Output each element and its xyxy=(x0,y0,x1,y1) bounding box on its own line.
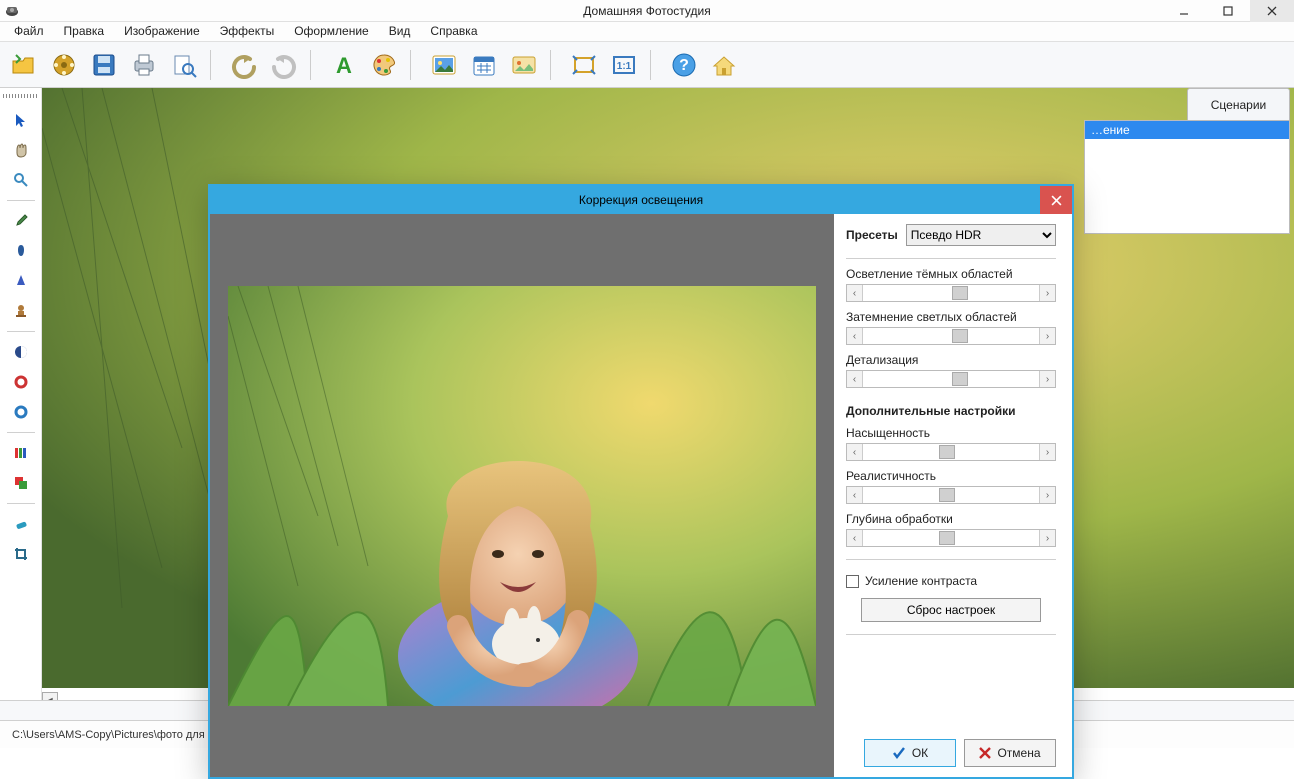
app-title: Домашняя Фотостудия xyxy=(583,4,710,18)
main-slider-1-inc[interactable]: › xyxy=(1039,328,1055,344)
fit-button[interactable] xyxy=(564,46,604,84)
redo-button[interactable] xyxy=(264,46,304,84)
svg-text:A: A xyxy=(336,53,352,78)
dialog-controls: Пресеты Псевдо HDR Осветление тёмных обл… xyxy=(834,214,1072,777)
main-slider-1-dec[interactable]: ‹ xyxy=(847,328,863,344)
open-button[interactable] xyxy=(4,46,44,84)
main-slider-0-label: Осветление тёмных областей xyxy=(846,267,1056,281)
menu-effects[interactable]: Эффекты xyxy=(210,22,285,41)
menu-file[interactable]: Файл xyxy=(4,22,54,41)
dialog-titlebar[interactable]: Коррекция освещения xyxy=(210,186,1072,214)
main-toolbar: A 1:1 ? xyxy=(0,42,1294,88)
ok-label: ОК xyxy=(912,746,928,760)
lighting-dialog: Коррекция освещения xyxy=(208,184,1074,779)
calendar-button[interactable] xyxy=(464,46,504,84)
extra-slider-2-dec[interactable]: ‹ xyxy=(847,530,863,546)
extra-slider-0-inc[interactable]: › xyxy=(1039,444,1055,460)
cancel-button[interactable]: Отмена xyxy=(964,739,1056,767)
main-slider-0-inc[interactable]: › xyxy=(1039,285,1055,301)
preview-button[interactable] xyxy=(164,46,204,84)
extra-slider-0-slider[interactable]: ‹› xyxy=(846,443,1056,461)
main-slider-0-slider[interactable]: ‹› xyxy=(846,284,1056,302)
menu-view[interactable]: Вид xyxy=(379,22,421,41)
enhance-contrast-row[interactable]: Усиление контраста xyxy=(846,574,1056,588)
extra-heading: Дополнительные настройки xyxy=(846,404,1056,418)
film-button[interactable] xyxy=(44,46,84,84)
extra-slider-0-dec[interactable]: ‹ xyxy=(847,444,863,460)
extra-slider-1-dec[interactable]: ‹ xyxy=(847,487,863,503)
main-slider-1-label: Затемнение светлых областей xyxy=(846,310,1056,324)
svg-text:?: ? xyxy=(679,57,689,74)
main-slider-1-slider[interactable]: ‹› xyxy=(846,327,1056,345)
enhance-contrast-label: Усиление контраста xyxy=(865,574,977,588)
main-slider-0-dec[interactable]: ‹ xyxy=(847,285,863,301)
menu-decor[interactable]: Оформление xyxy=(284,22,378,41)
close-button[interactable] xyxy=(1250,0,1294,22)
actual-size-button[interactable]: 1:1 xyxy=(604,46,644,84)
menu-image[interactable]: Изображение xyxy=(114,22,210,41)
extra-slider-1-label: Реалистичность xyxy=(846,469,1056,483)
maximize-button[interactable] xyxy=(1206,0,1250,22)
undo-button[interactable] xyxy=(224,46,264,84)
preset-label: Пресеты xyxy=(846,228,898,242)
help-button[interactable]: ? xyxy=(664,46,704,84)
home-button[interactable] xyxy=(704,46,744,84)
menu-edit[interactable]: Правка xyxy=(54,22,115,41)
extra-slider-1-inc[interactable]: › xyxy=(1039,487,1055,503)
extra-slider-0-label: Насыщенность xyxy=(846,426,1056,440)
main-slider-2-label: Детализация xyxy=(846,353,1056,367)
main-slider-2-slider[interactable]: ‹› xyxy=(846,370,1056,388)
image-button[interactable] xyxy=(424,46,464,84)
text-tool-button[interactable]: A xyxy=(324,46,364,84)
main-slider-2-inc[interactable]: › xyxy=(1039,371,1055,387)
app-icon xyxy=(4,3,20,17)
palette-button[interactable] xyxy=(364,46,404,84)
ok-button[interactable]: ОК xyxy=(864,739,956,767)
main-slider-2-dec[interactable]: ‹ xyxy=(847,371,863,387)
extra-slider-2-slider[interactable]: ‹› xyxy=(846,529,1056,547)
main-area: ◄ Уместить 100% Масштаб: − + Сценарии …е… xyxy=(0,88,1294,720)
postcard-button[interactable] xyxy=(504,46,544,84)
dialog-title: Коррекция освещения xyxy=(579,193,703,207)
menu-help[interactable]: Справка xyxy=(420,22,487,41)
print-button[interactable] xyxy=(124,46,164,84)
extra-slider-1-slider[interactable]: ‹› xyxy=(846,486,1056,504)
preset-select[interactable]: Псевдо HDR xyxy=(906,224,1056,246)
cancel-label: Отмена xyxy=(997,746,1040,760)
window-controls xyxy=(1162,0,1294,22)
enhance-contrast-checkbox[interactable] xyxy=(846,575,859,588)
dialog-preview xyxy=(210,214,834,777)
dialog-close-button[interactable] xyxy=(1040,186,1072,214)
dialog-overlay: Коррекция освещения xyxy=(0,88,1294,720)
save-button[interactable] xyxy=(84,46,124,84)
menubar: Файл Правка Изображение Эффекты Оформлен… xyxy=(0,22,1294,42)
reset-button[interactable]: Сброс настроек xyxy=(861,598,1041,622)
extra-slider-2-label: Глубина обработки xyxy=(846,512,1056,526)
svg-text:1:1: 1:1 xyxy=(617,61,632,72)
titlebar: Домашняя Фотостудия xyxy=(0,0,1294,22)
extra-slider-2-inc[interactable]: › xyxy=(1039,530,1055,546)
minimize-button[interactable] xyxy=(1162,0,1206,22)
